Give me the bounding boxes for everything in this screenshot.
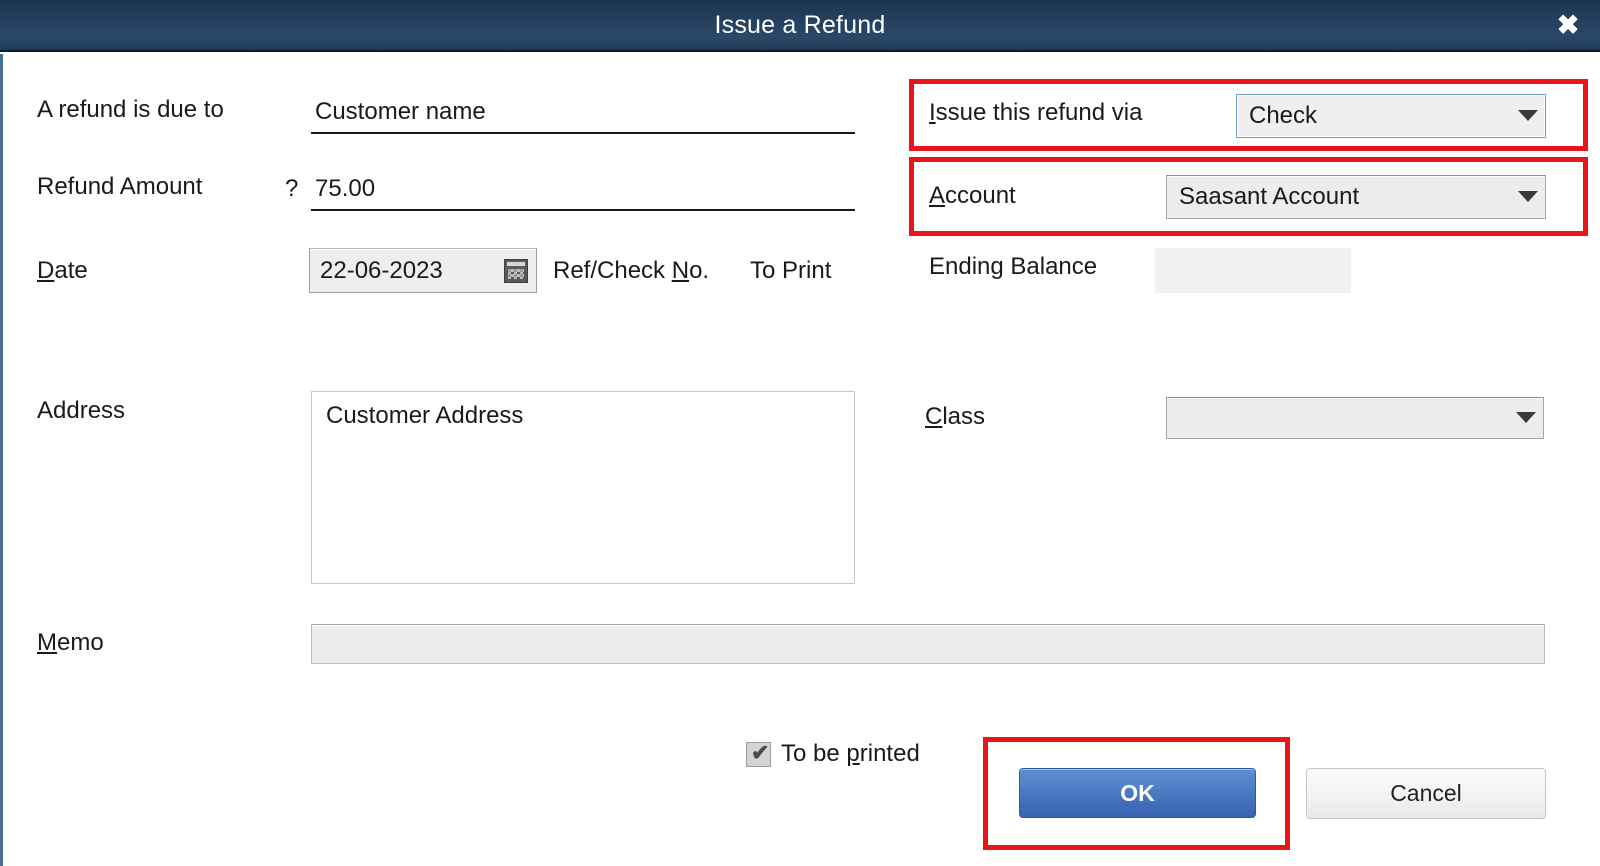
ref-check-no-label: Ref/Check No. [553, 257, 709, 285]
to-be-printed-checkbox-row[interactable]: ✔ To be printed [746, 740, 920, 768]
memo-label-rest: emo [57, 629, 104, 656]
refund-amount-value: 75.00 [315, 175, 376, 202]
to-be-printed-label: To be printed [781, 740, 920, 768]
dialog-title: Issue a Refund [714, 11, 886, 39]
date-input[interactable]: 22-06-2023 [309, 248, 537, 293]
issue-via-label: Issue this refund via [929, 99, 1142, 127]
currency-symbol: ? [285, 175, 299, 202]
address-value: Customer Address [326, 402, 524, 429]
issue-a-refund-dialog: Issue a Refund ✖ A refund is due to Cust… [0, 0, 1600, 866]
date-label: Date [37, 257, 88, 285]
close-icon[interactable]: ✖ [1550, 8, 1586, 42]
refund-due-to-field[interactable]: Customer name [311, 90, 855, 134]
chevron-down-icon[interactable] [1509, 411, 1543, 426]
ending-balance-value [1155, 248, 1351, 293]
address-textarea[interactable]: Customer Address [311, 391, 855, 584]
check-icon: ✔ [751, 739, 770, 765]
class-label: Class [925, 403, 985, 431]
to-be-printed-label-post: rinted [859, 740, 920, 767]
dialog-left-edge [0, 54, 3, 866]
account-label-rest: ccount [945, 182, 1016, 209]
account-value: Saasant Account [1179, 183, 1360, 210]
refund-amount-field[interactable]: ? 75.00 [285, 167, 855, 211]
date-label-rest: ate [54, 257, 88, 284]
ref-check-no-label-pre: Ref/Check [553, 257, 672, 284]
issue-via-label-rest: ssue this refund via [935, 99, 1143, 126]
to-be-printed-checkbox[interactable]: ✔ [746, 739, 771, 767]
refund-due-to-label: A refund is due to [37, 96, 224, 123]
cancel-button[interactable]: Cancel [1306, 768, 1546, 819]
class-label-accel: C [925, 403, 943, 430]
refund-amount-label: Refund Amount [37, 173, 203, 200]
class-label-rest: lass [942, 403, 986, 430]
calendar-icon[interactable] [504, 258, 528, 283]
memo-input[interactable] [311, 624, 1545, 664]
account-dropdown[interactable]: Saasant Account [1166, 175, 1546, 219]
dialog-titlebar: Issue a Refund ✖ [0, 0, 1600, 52]
chevron-down-icon[interactable] [1511, 190, 1545, 205]
ok-button[interactable]: OK [1019, 768, 1256, 818]
ref-check-no-label-post: o. [689, 257, 710, 284]
date-value: 22-06-2023 [320, 256, 443, 284]
issue-via-value: Check [1249, 102, 1318, 129]
account-label: Account [929, 182, 1016, 210]
address-label: Address [37, 397, 126, 424]
issue-via-label-accel: I [929, 99, 936, 126]
date-label-accel: D [37, 257, 55, 284]
ending-balance-label: Ending Balance [929, 253, 1098, 280]
account-label-accel: A [929, 182, 946, 209]
memo-label: Memo [37, 629, 104, 657]
to-be-printed-label-accel: p [846, 740, 860, 767]
issue-via-dropdown[interactable]: Check [1236, 94, 1546, 138]
ref-check-no-label-accel: N [671, 257, 690, 284]
ref-check-no-value[interactable]: To Print [750, 257, 831, 285]
memo-label-accel: M [37, 629, 57, 656]
refund-due-to-value: Customer name [315, 98, 486, 125]
class-dropdown[interactable] [1166, 397, 1544, 439]
chevron-down-icon[interactable] [1511, 109, 1545, 124]
to-be-printed-label-pre: To be [781, 740, 847, 767]
